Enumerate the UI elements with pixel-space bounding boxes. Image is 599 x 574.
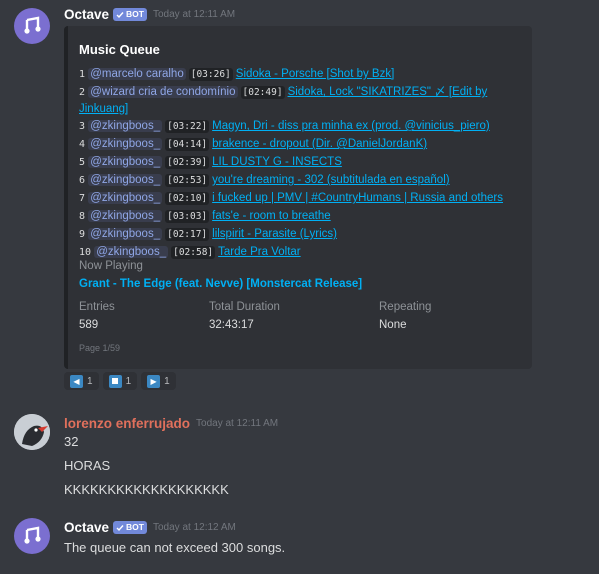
queue-index: 7 (79, 193, 86, 204)
lorenzo-avatar[interactable] (14, 414, 50, 450)
verified-check-icon (116, 524, 124, 531)
embed-footer: Page 1/59 (79, 343, 121, 353)
queue-item: 5 @zkingboos_ [02:39] LIL DUSTY G - INSECT… (79, 154, 519, 171)
bot-badge-label: BOT (126, 9, 144, 19)
total-duration-label: Total Duration (209, 301, 280, 313)
octave-avatar[interactable] (14, 8, 50, 44)
embed-title: Music Queue (79, 42, 160, 57)
queue-index: 2 (79, 87, 86, 98)
queue-item: 8 @zkingboos_ [03:03] fats'e - room to bre… (79, 208, 519, 225)
track-duration: [04:14] (165, 138, 210, 151)
stop-square-icon (108, 374, 122, 388)
queue-item: 3 @zkingboos_ [03:22] Magyn, Dri - diss pr… (79, 118, 519, 135)
reaction-count: 1 (87, 375, 93, 387)
queue-list: 1 @marcelo caralho [03:26] Sidoka - Porsch… (79, 66, 519, 262)
track-duration: [03:22] (165, 120, 210, 133)
track-link[interactable]: i fucked up | PMV | #CountryHumans | Rus… (212, 192, 503, 204)
track-duration: [02:49] (240, 86, 285, 99)
queue-item: 9 @zkingboos_ [02:17] lilspirit - Parasite… (79, 226, 519, 243)
bot-badge-label: BOT (126, 522, 144, 532)
reactions-bar: ◀ 1 1 ▶ 1 (64, 372, 176, 390)
message-text: The queue can not exceed 300 songs. (64, 540, 286, 555)
queue-index: 9 (79, 229, 86, 240)
bot-badge: BOT (113, 521, 147, 534)
timestamp[interactable]: Today at 12:11 AM (153, 9, 235, 20)
queue-index: 3 (79, 121, 86, 132)
reaction-previous[interactable]: ◀ 1 (64, 372, 99, 390)
user-mention[interactable]: @zkingboos_ (88, 192, 163, 204)
bird-avatar-icon (14, 414, 50, 450)
queue-index: 8 (79, 211, 86, 222)
message-line: KKKKKKKKKKKKKKKKKKK (64, 482, 229, 497)
now-playing-track: Grant - The Edge (feat. Nevve) [Monsterc… (79, 278, 363, 290)
message-line: 32 (64, 434, 79, 449)
track-duration: [03:03] (165, 210, 210, 223)
octave-avatar[interactable] (14, 518, 50, 554)
reaction-next[interactable]: ▶ 1 (141, 372, 176, 390)
user-mention[interactable]: @zkingboos_ (94, 246, 169, 258)
track-link[interactable]: LIL DUSTY G - INSECTS (212, 156, 342, 168)
message-octave-limit: Octave BOT Today at 12:12 AM The queue c… (0, 510, 599, 574)
author-name[interactable]: Octave (64, 520, 109, 535)
user-mention[interactable]: @zkingboos_ (88, 210, 163, 222)
repeating-value: None (379, 319, 407, 331)
queue-index: 5 (79, 157, 86, 168)
user-mention[interactable]: @zkingboos_ (88, 174, 163, 186)
user-mention[interactable]: @wizard cria de condomínio (88, 86, 238, 98)
entries-label: Entries (79, 301, 115, 313)
user-mention[interactable]: @marcelo caralho (88, 68, 186, 80)
now-playing-label: Now Playing (79, 260, 143, 272)
track-link[interactable]: lilspirit - Parasite (Lyrics) (212, 228, 337, 240)
music-queue-embed: Music Queue 1 @marcelo caralho [03:26] Sid… (64, 26, 532, 369)
queue-item: 4 @zkingboos_ [04:14] brakence - dropout (… (79, 136, 519, 153)
message-octave-queue: Octave BOT Today at 12:11 AM Music Queue… (0, 0, 599, 395)
author-name[interactable]: Octave (64, 7, 109, 22)
track-link[interactable]: Magyn, Dri - diss pra minha ex (prod. @v… (212, 120, 490, 132)
track-link[interactable]: Tarde Pra Voltar (218, 246, 300, 258)
reaction-count: 1 (125, 375, 132, 387)
total-duration-value: 32:43:17 (209, 319, 254, 331)
track-link[interactable]: you're dreaming - 302 (subtitulada en es… (212, 174, 449, 186)
entries-value: 589 (79, 319, 99, 331)
track-duration: [02:53] (165, 174, 210, 187)
timestamp[interactable]: Today at 12:11 AM (196, 418, 278, 429)
track-link[interactable]: Sidoka - Porsche [Shot by Bzk] (236, 68, 395, 80)
queue-index: 10 (79, 247, 92, 258)
track-duration: [02:58] (171, 246, 216, 259)
queue-item: 7 @zkingboos_ [02:10] i fucked up | PMV | … (79, 190, 519, 207)
verified-check-icon (116, 11, 124, 18)
user-mention[interactable]: @zkingboos_ (88, 120, 163, 132)
timestamp[interactable]: Today at 12:12 AM (153, 522, 236, 533)
reaction-stop[interactable]: 1 (102, 372, 138, 390)
user-mention[interactable]: @zkingboos_ (88, 138, 163, 150)
queue-item: 10 @zkingboos_ [02:58] Tarde Pra Voltar (79, 244, 519, 261)
track-duration: [03:26] (188, 68, 233, 81)
track-duration: [02:39] (165, 156, 210, 169)
track-duration: [02:10] (165, 192, 210, 205)
track-link[interactable]: brakence - dropout (Dir. @DanielJordanK) (212, 138, 427, 150)
music-note-icon (24, 526, 41, 544)
track-duration: [02:17] (165, 228, 210, 241)
queue-item: 1 @marcelo caralho [03:26] Sidoka - Porsch… (79, 66, 519, 83)
user-mention[interactable]: @zkingboos_ (88, 156, 163, 168)
previous-arrow-icon: ◀ (70, 374, 83, 388)
track-link[interactable]: fats'e - room to breathe (212, 210, 331, 222)
author-name[interactable]: lorenzo enferrujado (64, 416, 190, 431)
queue-index: 6 (79, 175, 86, 186)
queue-index: 1 (79, 69, 86, 80)
queue-index: 4 (79, 139, 86, 150)
user-mention[interactable]: @zkingboos_ (88, 228, 163, 240)
reaction-count: 1 (164, 375, 170, 387)
queue-item: 2 @wizard cria de condomínio [02:49] Sidok… (79, 84, 519, 117)
music-note-icon (24, 16, 41, 34)
bot-badge: BOT (113, 8, 147, 21)
message-lorenzo: lorenzo enferrujado Today at 12:11 AM 32… (0, 405, 599, 505)
repeating-label: Repeating (379, 301, 432, 313)
queue-item: 6 @zkingboos_ [02:53] you're dreaming - 30… (79, 172, 519, 189)
next-arrow-icon: ▶ (147, 374, 161, 388)
message-line: HORAS (64, 458, 111, 473)
